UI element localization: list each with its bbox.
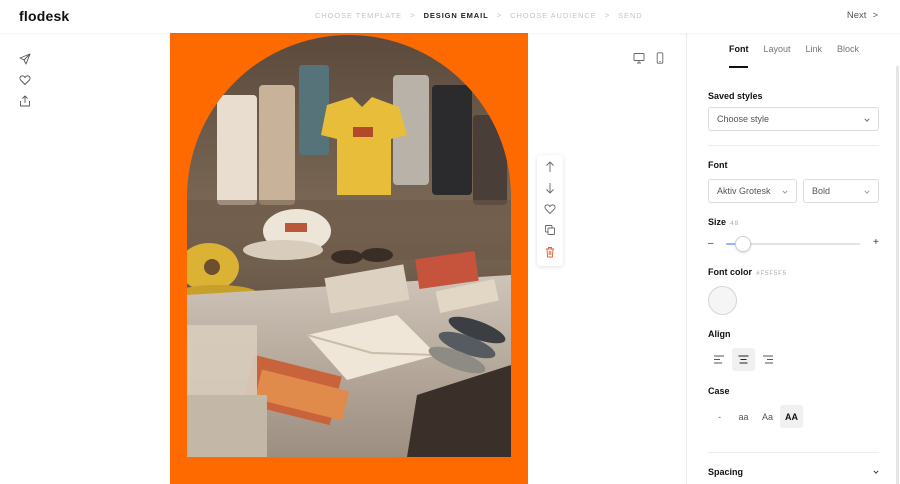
chevron-right-icon: > (410, 11, 416, 20)
left-rail (0, 33, 170, 484)
font-family-select[interactable]: Aktiv Grotesk (708, 179, 797, 203)
desktop-icon[interactable] (633, 52, 645, 64)
arrow-up-icon[interactable] (544, 161, 556, 173)
align-right-icon (763, 355, 773, 364)
font-weight-select[interactable]: Bold (803, 179, 879, 203)
style-panel: Font Layout Link Block Saved styles Choo… (686, 33, 900, 484)
size-decrease-button[interactable]: – (708, 238, 714, 249)
align-center-button[interactable] (732, 348, 755, 371)
font-color-hex: #F5F5F5 (756, 270, 787, 277)
duplicate-icon[interactable] (544, 224, 556, 236)
shop-display-photo (187, 35, 511, 457)
size-slider-thumb[interactable] (735, 236, 752, 252)
share-icon[interactable] (19, 95, 31, 107)
step-send[interactable]: SEND (618, 11, 642, 20)
size-slider[interactable] (726, 236, 860, 252)
tab-block[interactable]: Block (837, 44, 859, 67)
block-toolbox (537, 155, 563, 266)
size-value: 48 (730, 220, 739, 227)
tab-layout[interactable]: Layout (763, 44, 790, 67)
send-icon[interactable] (19, 53, 31, 65)
align-left-button[interactable] (708, 348, 731, 371)
email-canvas[interactable] (170, 33, 528, 484)
size-label: Size 48 (708, 217, 739, 227)
align-right-button[interactable] (756, 348, 779, 371)
case-lower-button[interactable]: aa (732, 405, 755, 428)
next-arrow-icon: > (872, 10, 878, 21)
panel-tabs: Font Layout Link Block (687, 33, 900, 68)
step-design-email[interactable]: DESIGN EMAIL (424, 11, 489, 20)
divider (708, 145, 879, 146)
font-color-label: Font color #F5F5F5 (708, 267, 787, 277)
font-label: Font (708, 160, 728, 170)
font-weight-value: Bold (812, 186, 831, 196)
logo[interactable]: flodesk (19, 8, 69, 24)
case-upper-button[interactable]: AA (780, 405, 803, 428)
font-color-label-text: Font color (708, 267, 752, 277)
divider (708, 452, 879, 453)
spacing-section-toggle[interactable]: Spacing (708, 467, 743, 477)
chevron-right-icon: > (604, 11, 611, 20)
size-increase-button[interactable]: + (873, 237, 879, 248)
font-family-value: Aktiv Grotesk (717, 186, 771, 196)
chevron-down-icon (864, 118, 870, 122)
trash-icon[interactable] (544, 246, 556, 258)
saved-style-placeholder: Choose style (717, 114, 770, 124)
size-label-text: Size (708, 217, 727, 227)
arched-photo[interactable] (187, 35, 511, 457)
case-label: Case (708, 386, 730, 396)
chevron-down-icon[interactable] (873, 469, 879, 475)
saved-styles-label: Saved styles (708, 91, 763, 101)
step-choose-audience[interactable]: CHOOSE AUDIENCE (510, 11, 596, 20)
mobile-icon[interactable] (654, 52, 666, 64)
heart-icon[interactable] (19, 74, 31, 86)
panel-scrollbar[interactable] (896, 66, 899, 484)
saved-style-select[interactable]: Choose style (708, 107, 879, 131)
chevron-right-icon: > (496, 11, 503, 20)
next-button[interactable]: Next > (847, 10, 878, 21)
align-group (708, 348, 779, 371)
align-center-icon (738, 355, 749, 364)
top-bar: flodesk CHOOSE TEMPLATE > DESIGN EMAIL >… (0, 0, 900, 33)
case-none-button[interactable]: - (708, 405, 731, 428)
case-title-button[interactable]: Aa (756, 405, 779, 428)
arrow-down-icon[interactable] (544, 182, 556, 194)
align-label: Align (708, 329, 731, 339)
tab-link[interactable]: Link (806, 44, 823, 67)
align-left-icon (714, 355, 724, 364)
step-choose-template[interactable]: CHOOSE TEMPLATE (315, 11, 402, 20)
tab-font[interactable]: Font (728, 44, 748, 68)
font-color-swatch[interactable] (708, 286, 737, 315)
chevron-down-icon (864, 190, 870, 194)
chevron-down-icon (782, 190, 788, 194)
step-breadcrumb: CHOOSE TEMPLATE > DESIGN EMAIL > CHOOSE … (315, 11, 643, 20)
case-group: - aa Aa AA (708, 405, 803, 428)
next-label: Next (846, 10, 867, 21)
heart-icon[interactable] (544, 203, 556, 215)
